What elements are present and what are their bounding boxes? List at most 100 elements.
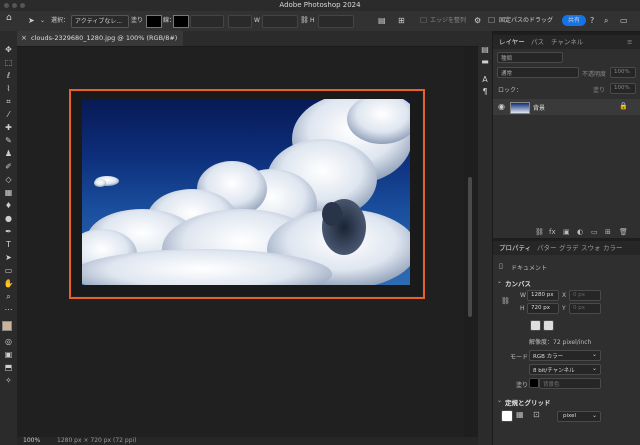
home-icon[interactable]: ⌂: [6, 13, 12, 24]
hand-tool-icon[interactable]: ✋: [3, 279, 14, 289]
width-field[interactable]: [262, 15, 298, 28]
layer-name[interactable]: 背景: [533, 103, 545, 112]
chevron-down-icon[interactable]: ⌄: [497, 278, 502, 285]
edge-checkbox[interactable]: ☐: [420, 15, 427, 26]
y-field[interactable]: 0 px: [569, 303, 601, 314]
fill-field[interactable]: 100%: [610, 83, 636, 94]
link-layers-icon[interactable]: ⛓: [535, 228, 544, 236]
stroke-type-dropdown[interactable]: [228, 15, 252, 28]
vertical-scrollbar[interactable]: [464, 47, 478, 437]
landscape-orientation-icon[interactable]: [543, 320, 554, 331]
frame-icon[interactable]: ⬒: [3, 363, 14, 373]
chevron-down-icon[interactable]: ⌄: [40, 15, 45, 26]
close-icon[interactable]: ×: [21, 31, 27, 46]
history-brush-tool-icon[interactable]: ✐: [3, 162, 14, 172]
stroke-width-field[interactable]: [190, 15, 224, 28]
document-size: 1280 px × 720 px (72 ppi): [57, 437, 137, 444]
comments-icon[interactable]: ▬: [480, 57, 490, 66]
new-layer-icon[interactable]: ⊞: [605, 228, 611, 236]
panel-menu-icon[interactable]: ≡: [627, 35, 632, 49]
tab-layers[interactable]: レイヤー: [499, 35, 525, 49]
tab-paths[interactable]: パス: [531, 35, 544, 49]
move-tool-icon[interactable]: ✥: [3, 45, 14, 55]
link-icon[interactable]: ⛓: [501, 297, 510, 305]
fill-swatch[interactable]: [146, 15, 162, 28]
scroll-thumb[interactable]: [468, 177, 472, 317]
rectangle-tool-icon[interactable]: ▭: [3, 266, 14, 276]
paragraph-icon[interactable]: ¶: [480, 87, 490, 96]
tab-color[interactable]: カラー: [603, 241, 623, 255]
clone-stamp-tool-icon[interactable]: ♟: [3, 149, 14, 159]
crop-tool-icon[interactable]: ⌗: [3, 97, 14, 107]
portrait-orientation-icon[interactable]: [530, 320, 541, 331]
character-icon[interactable]: A: [480, 75, 490, 84]
quick-select-tool-icon[interactable]: ⌇: [3, 84, 14, 94]
fill-color-swatch[interactable]: [529, 378, 539, 388]
generative-icon[interactable]: ✧: [3, 376, 14, 386]
grid-icon[interactable]: ▦: [516, 410, 524, 419]
gear-icon[interactable]: ⚙: [474, 15, 481, 26]
canvas-section-title: カンバス: [505, 280, 531, 288]
mask-icon[interactable]: ▣: [563, 228, 570, 236]
foreground-color-swatch[interactable]: [2, 321, 12, 331]
height-field[interactable]: 720 px: [527, 303, 559, 314]
link-icon[interactable]: ⛓: [300, 15, 309, 26]
zoom-tool-icon[interactable]: ⌕: [3, 292, 14, 302]
quick-mask-icon[interactable]: ◎: [3, 337, 14, 347]
move-tool-icon[interactable]: ➤: [28, 15, 35, 26]
tab-properties[interactable]: プロパティ: [499, 241, 531, 255]
path-operations-icon[interactable]: ▤: [378, 15, 386, 26]
blend-mode-dropdown[interactable]: 通常: [497, 67, 579, 78]
layer-row[interactable]: ◉ 背景 🔒: [493, 99, 640, 115]
select-dropdown[interactable]: アクティブなレ...: [71, 15, 129, 28]
path-selection-tool-icon[interactable]: ➤: [3, 253, 14, 263]
path-alignment-icon[interactable]: ⊞: [398, 15, 405, 26]
edge-label: エッジを整列: [430, 17, 467, 24]
blend-mode-value: 通常: [501, 71, 513, 77]
learn-icon[interactable]: ▤: [480, 45, 490, 54]
x-field[interactable]: 0 px: [569, 290, 601, 301]
share-button[interactable]: 共有: [562, 15, 587, 26]
marquee-tool-icon[interactable]: ⬚: [3, 58, 14, 68]
height-field[interactable]: [318, 15, 354, 28]
bit-depth-dropdown[interactable]: 8 bit/チャンネル ⌄: [529, 364, 601, 375]
screen-mode-icon[interactable]: ▣: [3, 350, 14, 360]
tab-gradients[interactable]: グラデ: [559, 241, 579, 255]
chevron-down-icon[interactable]: ⌄: [497, 397, 502, 404]
healing-brush-tool-icon[interactable]: ✚: [3, 123, 14, 133]
width-field[interactable]: 1280 px: [527, 290, 559, 301]
zoom-level[interactable]: 100%: [23, 437, 40, 444]
gradient-tool-icon[interactable]: ▦: [3, 188, 14, 198]
opacity-field[interactable]: 100%: [610, 67, 636, 78]
layer-filter-search[interactable]: 種類: [497, 52, 563, 63]
fixed-path-checkbox[interactable]: ☐: [488, 15, 495, 26]
trash-icon[interactable]: 🗑: [619, 228, 628, 236]
guides-icon[interactable]: ⊡: [533, 410, 540, 419]
brush-tool-icon[interactable]: ✎: [3, 136, 14, 146]
eyedropper-tool-icon[interactable]: ⁄: [3, 110, 14, 120]
eye-icon[interactable]: ◉: [498, 102, 505, 111]
unit-dropdown[interactable]: pixel ⌄: [557, 411, 601, 422]
lasso-tool-icon[interactable]: ℓ: [3, 71, 14, 81]
rulers-icon[interactable]: [501, 410, 513, 422]
pen-tool-icon[interactable]: ✒: [3, 227, 14, 237]
dodge-tool-icon[interactable]: ●: [3, 214, 14, 224]
canvas-fill-dropdown[interactable]: 背景色: [539, 378, 601, 389]
folder-icon[interactable]: ▭: [591, 228, 598, 236]
fx-icon[interactable]: fx: [549, 228, 556, 236]
tab-swatches[interactable]: スウォ: [581, 241, 601, 255]
stroke-swatch[interactable]: [173, 15, 189, 28]
search-icon[interactable]: ⌕: [604, 15, 608, 26]
adjustment-icon[interactable]: ◐: [577, 228, 583, 236]
tab-patterns[interactable]: パター: [537, 241, 557, 255]
tab-channels[interactable]: チャンネル: [551, 35, 583, 49]
mode-dropdown[interactable]: RGB カラー ⌄: [529, 350, 601, 361]
fill-value: 100%: [614, 85, 630, 91]
type-tool-icon[interactable]: T: [3, 240, 14, 250]
help-icon[interactable]: ?: [590, 15, 594, 26]
document-tab[interactable]: × clouds-2329680_1280.jpg @ 100% (RGB/8#…: [17, 31, 184, 46]
more-tools-icon[interactable]: ⋯: [3, 305, 14, 315]
workspace-icon[interactable]: ▭: [620, 15, 628, 26]
eraser-tool-icon[interactable]: ◇: [3, 175, 14, 185]
blur-tool-icon[interactable]: ♦: [3, 201, 14, 211]
